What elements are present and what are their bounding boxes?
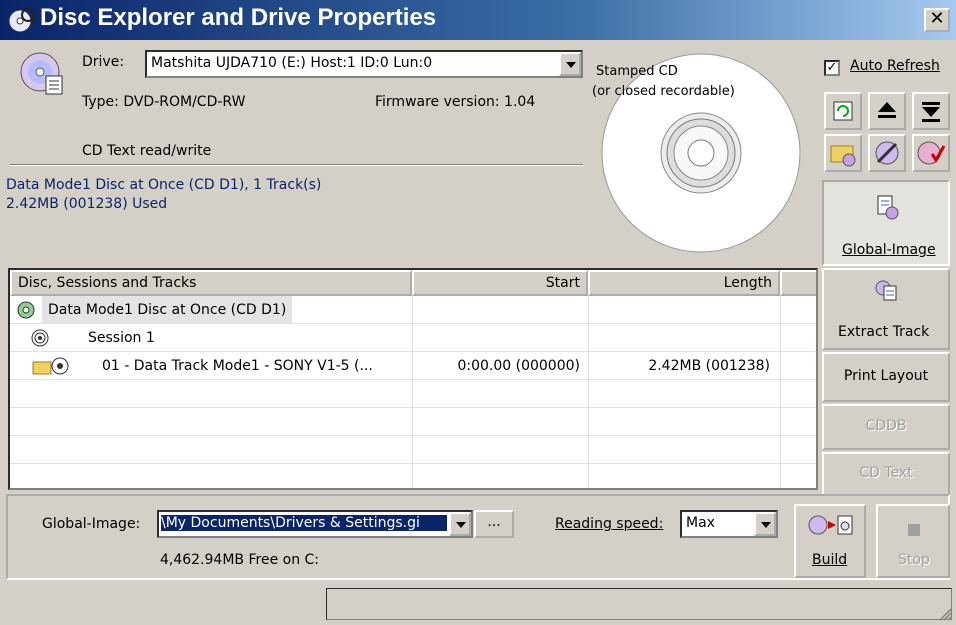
status-bar [326,588,952,620]
browse-button[interactable]: ... [474,510,514,538]
reading-speed-value: Max [686,515,715,531]
resize-grip-icon[interactable] [936,605,952,621]
table-row[interactable]: Data Mode1 Disc at Once (CD D1) [10,296,816,324]
extract-track-label: Extract Track [838,324,930,340]
drive-dropdown-arrow[interactable] [559,52,581,76]
global-image-icon [877,195,899,220]
table-row[interactable]: 01 - Data Track Mode1 - SONY V1-5 (... 0… [10,352,816,380]
auto-refresh-text: Auto Refresh [850,58,940,74]
session-icon [31,329,49,347]
drive-disc-icon [20,52,63,95]
disc-caption-2: (or closed recordable) [592,84,735,99]
tracks-table[interactable]: Disc, Sessions and Tracks Start Length D… [8,268,818,490]
global-image-path-input[interactable]: \My Documents\Drivers & Settings.gi [157,510,473,538]
reading-speed-select[interactable]: Max [680,510,778,538]
build-label: Build [812,552,848,568]
row-name: Session 1 [88,330,155,346]
row-name: Data Mode1 Disc at Once (CD D1) [42,296,293,324]
drive-type: Type: DVD-ROM/CD-RW [82,94,246,110]
build-icon [808,515,853,535]
row-name: 01 - Data Track Mode1 - SONY V1-5 (... [102,358,373,374]
reading-speed-text: Reading speed: [555,516,664,532]
folder-disc-icon [830,145,856,167]
column-header-start[interactable]: Start [412,270,588,296]
stop-icon [908,524,920,536]
global-image-label: Global-Image [842,242,936,258]
print-layout-button[interactable]: Print Layout [822,352,950,402]
free-space: 4,462.94MB Free on C: [160,552,320,568]
extract-track-button[interactable]: Extract Track [822,268,950,350]
auto-refresh-checkbox[interactable]: ✓ [824,60,840,76]
close-button[interactable]: ✕ [924,8,950,32]
disc-image [601,53,801,253]
app-window: Disc Explorer and Drive Properties ✕ Dri… [0,0,956,625]
disc-info-line1: Data Mode1 Disc at Once (CD D1), 1 Track… [6,177,322,193]
table-row[interactable]: Session 1 [10,324,816,352]
global-image-path-value: \My Documents\Drivers & Settings.gi [161,515,447,531]
open-folder-button[interactable] [824,134,862,172]
stop-button[interactable]: Stop [876,504,950,578]
stop-label: Stop [898,552,930,568]
disc-caption-1: Stamped CD [596,64,678,79]
disc-icon [17,301,35,319]
title-bar[interactable]: Disc Explorer and Drive Properties ✕ [0,0,956,40]
cd-text-button[interactable]: CD Text [822,452,950,496]
firmware-version: Firmware version: 1.04 [375,94,536,110]
global-image-button[interactable]: Global-Image [822,180,950,266]
auto-refresh-label: Auto Refresh [850,58,940,74]
global-image-dropdown-arrow[interactable] [449,512,471,536]
disc-check-icon [917,141,946,165]
data-track-icon [32,357,69,375]
global-image-path-label: Global-Image: [42,516,141,532]
table-row-empty [10,380,816,408]
drive-label: Drive: [82,54,125,70]
row-length: 2.42MB (001238) [648,358,770,374]
table-row-empty [10,408,816,436]
eject-button[interactable] [868,92,906,130]
cddb-button[interactable]: CDDB [822,404,950,450]
refresh-button[interactable] [824,92,862,130]
window-title: Disc Explorer and Drive Properties [40,4,437,31]
reading-speed-label: Reading speed: [555,516,663,532]
drive-select[interactable]: Matshita UJDA710 (E:) Host:1 ID:0 Lun:0 [145,50,583,78]
disc-tools-icon [875,141,899,165]
extract-track-icon [875,280,897,301]
column-header-name[interactable]: Disc, Sessions and Tracks [10,270,412,296]
eject-icon [878,102,896,118]
row-start: 0:00.00 (000000) [457,358,580,374]
column-header-length[interactable]: Length [588,270,780,296]
table-row-empty [10,436,816,464]
refresh-icon [833,101,853,121]
reading-speed-dropdown-arrow[interactable] [754,512,776,536]
drive-select-value: Matshita UJDA710 (E:) Host:1 ID:0 Lun:0 [151,55,433,71]
load-tray-button[interactable] [912,92,950,130]
cd-text-capability: CD Text read/write [82,143,212,159]
load-icon [922,102,940,122]
column-header-extra [780,270,816,296]
disc-verify-button[interactable] [912,134,950,172]
build-button[interactable]: Build [794,504,866,578]
separator [10,164,583,166]
disc-tools-button[interactable] [868,134,906,172]
disc-explorer-icon [8,8,36,33]
disc-info-line2: 2.42MB (001238) Used [6,196,168,212]
